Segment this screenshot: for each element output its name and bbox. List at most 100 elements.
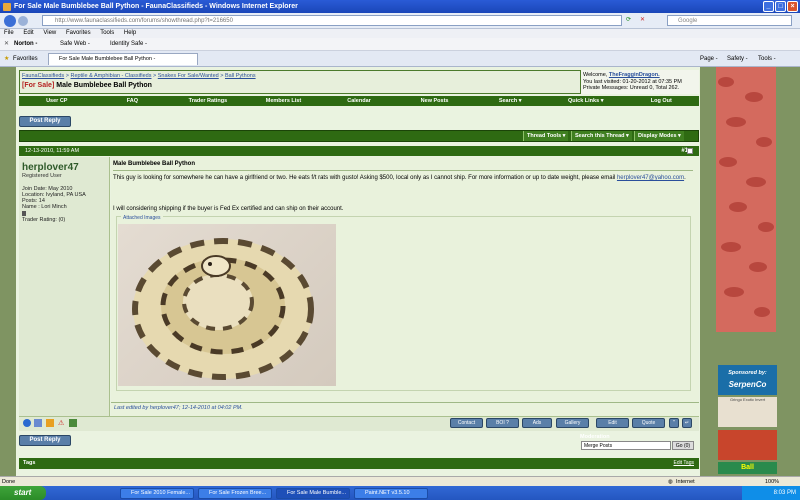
menu-favorites[interactable]: Favorites (66, 30, 91, 36)
clock[interactable]: 8:03 PM (774, 490, 796, 496)
breadcrumb-snakes[interactable]: Snakes For Sale/Wanted (158, 73, 219, 79)
edit-tags-link[interactable]: Edit Tags (674, 458, 694, 469)
multiquote-checkbox[interactable] (687, 148, 693, 154)
nav-members-list[interactable]: Members List (246, 96, 322, 106)
ip-icon[interactable] (69, 419, 77, 427)
nav-calendar[interactable]: Calendar (321, 96, 397, 106)
moderation-go-button[interactable]: Go (0) (672, 441, 694, 450)
window-title-bar: For Sale Male Bumblebee Ball Python - Fa… (0, 0, 800, 13)
search-input[interactable]: Google (667, 15, 792, 26)
refresh-icon[interactable]: ⟳ (626, 16, 631, 23)
profile-icon[interactable] (34, 419, 42, 427)
norton-label[interactable]: Norton - (14, 38, 37, 51)
edit-button[interactable]: Edit (596, 418, 629, 428)
menu-help[interactable]: Help (124, 30, 136, 36)
boi-button[interactable]: BOI ? (486, 418, 519, 428)
breadcrumb-ball-pythons[interactable]: Ball Pythons (225, 73, 256, 79)
thread-title: [For Sale] Male Bumblebee Ball Python (22, 82, 152, 89)
nav-log-out[interactable]: Log Out (624, 96, 700, 106)
sponsor-banner[interactable]: Sponsored by: SerpenCo (718, 365, 777, 395)
window-title: For Sale Male Bumblebee Ball Python - Fa… (14, 3, 298, 10)
breadcrumb-reptile[interactable]: Reptile & Amphibian - Classifieds (70, 73, 151, 79)
menu-edit[interactable]: Edit (23, 30, 33, 36)
ads-button[interactable]: Ads (522, 418, 552, 428)
menu-tools[interactable]: Tools (100, 30, 114, 36)
tools-menu[interactable]: Tools - (758, 51, 776, 67)
nav-quick-links[interactable]: Quick Links ▾ (548, 96, 624, 106)
minimize-button[interactable]: _ (763, 1, 774, 12)
post-reply-button-bottom[interactable]: Post Reply (19, 435, 71, 446)
start-button[interactable]: start (0, 486, 46, 500)
stop-icon[interactable]: ✕ (640, 16, 645, 23)
search-thread-menu[interactable]: Search this Thread ▾ (571, 131, 632, 141)
nav-new-posts[interactable]: New Posts (397, 96, 473, 106)
post-message-text: This guy is looking for somewhere he can… (113, 175, 616, 181)
moderation-select[interactable]: Merge Posts (581, 441, 671, 450)
thread-prefix: [For Sale] (22, 82, 55, 89)
maximize-button[interactable]: □ (775, 1, 786, 12)
thread-title-text: Male Bumblebee Ball Python (56, 82, 152, 89)
thread-tools-menu[interactable]: Thread Tools ▾ (523, 131, 569, 141)
forward-icon[interactable] (18, 16, 28, 26)
task-item-3[interactable]: For Sale Male Bumble... (276, 488, 350, 499)
thread-tools-bar: Thread Tools ▾ Search this Thread ▾ Disp… (19, 130, 699, 142)
close-button[interactable]: × (787, 1, 798, 12)
sponsor-name: SerpenCo (728, 380, 767, 389)
attached-images-label: Attached Images (121, 215, 163, 221)
trader-rating[interactable]: Trader Rating: (0) (22, 217, 86, 223)
private-messages-link[interactable]: Private Messages: Unread 0, Total 262. (583, 85, 697, 92)
safety-menu[interactable]: Safety - (727, 51, 748, 67)
post-message: This guy is looking for somewhere he can… (113, 175, 686, 181)
close-toolbar-icon[interactable]: ✕ (4, 38, 9, 51)
post-message-2: I will considering shipping if the buyer… (113, 206, 344, 212)
email-link[interactable]: herplover47@yahoo.com (617, 175, 684, 181)
nav-user-cp[interactable]: User CP (19, 96, 95, 106)
sidebar-ad-image[interactable] (716, 67, 776, 332)
post-date: 12-13-2010, 11:59 AM (19, 146, 699, 156)
welcome-box: Welcome, TheFragginDragon. You last visi… (580, 70, 699, 94)
quote-button[interactable]: Quote (632, 418, 665, 428)
invert-ad[interactable]: Gringo Exotic Invert (718, 397, 777, 427)
page-menu[interactable]: Page - (700, 51, 718, 67)
back-icon[interactable] (4, 15, 16, 27)
post-reply-button[interactable]: Post Reply (19, 116, 71, 127)
post-username[interactable]: herplover47 (22, 162, 79, 173)
red-ad[interactable] (718, 430, 777, 460)
favorites-button[interactable]: Favorites (13, 51, 38, 67)
post-title: Male Bumblebee Ball Python (113, 161, 196, 167)
rep-icon[interactable] (46, 419, 54, 427)
breadcrumb-home[interactable]: FaunaClassifieds (22, 73, 64, 79)
nav-trader-ratings[interactable]: Trader Ratings (170, 96, 246, 106)
online-status-icon (23, 419, 31, 427)
last-edited: Last edited by herplover47; 12-14-2010 a… (111, 402, 699, 416)
safe-web-button[interactable]: Safe Web - (60, 38, 90, 51)
browser-tab[interactable]: For Sale Male Bumblebee Ball Python - Fa… (48, 53, 198, 73)
norton-toolbar: ✕ Norton - Safe Web - Identity Safe - (0, 38, 800, 51)
invert-ad-text: Gringo Exotic Invert (729, 397, 766, 402)
breadcrumb: FaunaClassifieds > Reptile & Amphibian -… (22, 73, 256, 79)
menu-file[interactable]: File (4, 30, 14, 36)
reputation-icon (22, 211, 26, 216)
gallery-button[interactable]: Gallery (556, 418, 589, 428)
nav-faq[interactable]: FAQ (95, 96, 171, 106)
ball-ad[interactable]: Ball (718, 462, 777, 474)
task-item-2[interactable]: For Sale Frozen Bree... (198, 488, 272, 499)
snake-photo[interactable] (118, 224, 336, 386)
menu-bar: File Edit View Favorites Tools Help (0, 29, 800, 38)
menu-view[interactable]: View (43, 30, 56, 36)
identity-safe-button[interactable]: Identity Safe - (110, 38, 147, 51)
display-modes-menu[interactable]: Display Modes ▾ (634, 131, 684, 141)
nav-search[interactable]: Search ▾ (472, 96, 548, 106)
multi-quote-button[interactable]: " (669, 418, 679, 428)
report-icon[interactable]: ⚠ (58, 419, 64, 427)
quick-reply-button[interactable]: ↵ (682, 418, 692, 428)
ie-icon (3, 3, 11, 11)
star-icon[interactable]: ★ (4, 51, 9, 67)
contact-button[interactable]: Contact (450, 418, 483, 428)
tags-bar: Tags (19, 458, 699, 469)
status-text: Done (2, 479, 16, 485)
task-item-1[interactable]: For Sale 2010 Female... (120, 488, 194, 499)
task-item-4[interactable]: Paint.NET v3.5.10 (354, 488, 428, 499)
welcome-username[interactable]: TheFragginDragon. (609, 72, 660, 78)
address-input[interactable]: http://www.faunaclassifieds.com/forums/s… (42, 15, 622, 26)
